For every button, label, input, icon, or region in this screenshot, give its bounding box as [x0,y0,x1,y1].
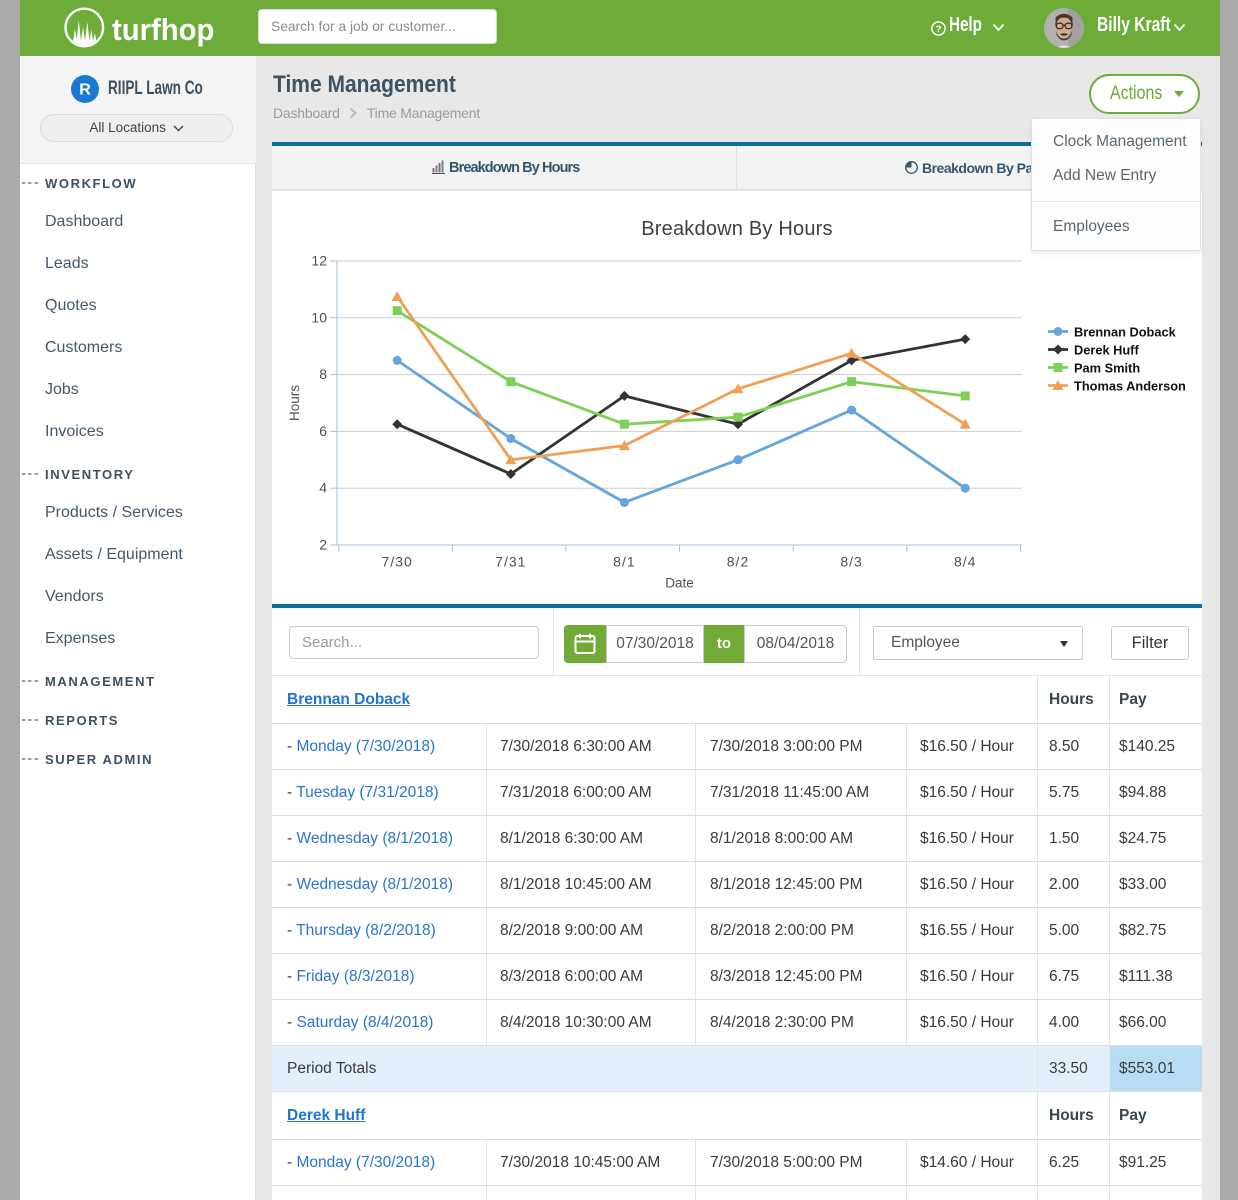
svg-text:Date: Date [665,576,694,591]
svg-text:8/1: 8/1 [613,554,635,570]
svg-text:4: 4 [319,480,327,496]
svg-text:8/2: 8/2 [727,554,749,570]
svg-text:2: 2 [319,537,327,553]
svg-text:?: ? [936,24,942,35]
svg-text:8/3: 8/3 [840,554,862,570]
svg-text:Brennan Doback: Brennan Doback [1074,325,1177,340]
svg-text:Breakdown By Hours: Breakdown By Hours [641,218,832,240]
svg-text:Pam Smith: Pam Smith [1074,361,1140,376]
svg-text:Derek Huff: Derek Huff [1074,343,1139,358]
svg-text:Hours: Hours [287,385,302,421]
svg-text:7/30: 7/30 [382,554,413,570]
svg-text:10: 10 [311,309,327,325]
svg-text:8/4: 8/4 [954,554,976,570]
svg-text:6: 6 [319,423,327,439]
svg-text:R: R [79,82,91,99]
svg-text:7/31: 7/31 [495,554,526,570]
svg-text:Thomas Anderson: Thomas Anderson [1074,379,1186,394]
svg-text:12: 12 [311,253,327,269]
svg-text:8: 8 [319,366,327,382]
